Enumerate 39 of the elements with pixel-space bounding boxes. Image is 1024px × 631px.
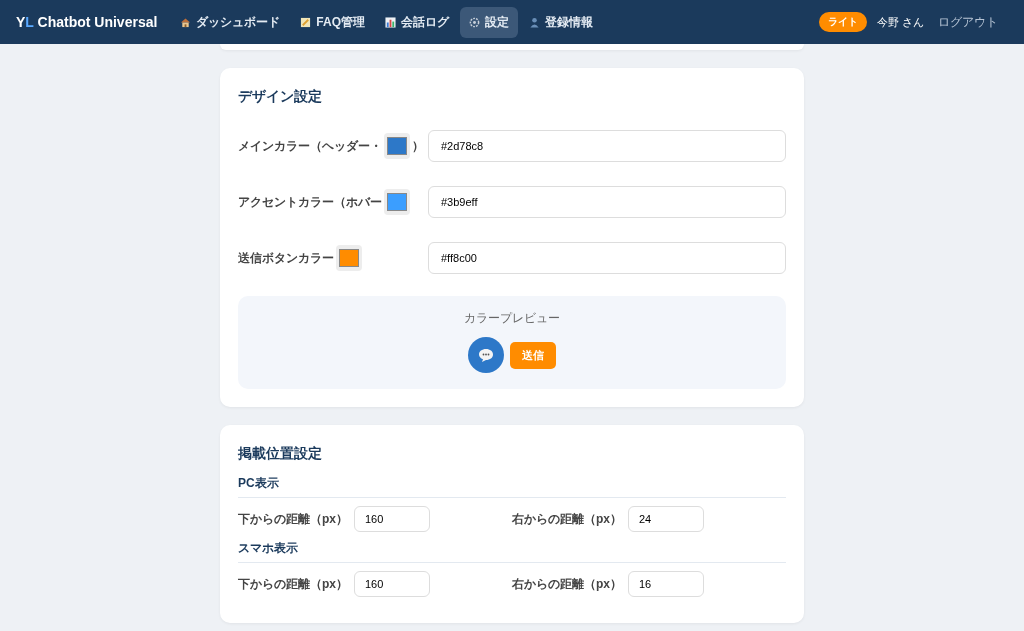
number-field[interactable]: 24 — [628, 506, 704, 532]
field-label: 送信ボタンカラー — [238, 249, 334, 267]
number-field[interactable]: 160 — [354, 506, 430, 532]
color-code-field[interactable]: #ff8c00 — [428, 242, 786, 274]
field-label: 下からの距離（px） — [238, 510, 349, 528]
nav-tab[interactable]: ダッシュボード — [171, 6, 290, 38]
nav-tab[interactable]: 会話ログ — [376, 6, 459, 38]
preview-title: カラープレビュー — [464, 310, 560, 327]
bar-chart-icon — [385, 16, 397, 28]
house-icon — [180, 16, 192, 28]
nav-tab[interactable]: 登録情報 — [520, 6, 603, 38]
subsection-title: PC表示 — [238, 475, 786, 498]
nav-tab[interactable]: 設定 — [460, 6, 519, 38]
color-code-field[interactable]: #3b9eff — [428, 186, 786, 218]
field-label: アクセントカラー（ホバー — [238, 193, 382, 211]
chat-launcher-button[interactable] — [468, 337, 504, 373]
speech-bubble-icon — [478, 347, 494, 363]
memo-icon — [300, 16, 312, 28]
user-name: 今野 さん — [876, 14, 924, 30]
number-field[interactable]: 160 — [354, 571, 430, 597]
field-label: 右からの距離（px） — [512, 510, 623, 528]
color-swatch[interactable] — [384, 189, 410, 215]
field-label: 下からの距離（px） — [238, 575, 349, 593]
color-swatch[interactable] — [384, 133, 410, 159]
number-field[interactable]: 16 — [628, 571, 704, 597]
subsection-title: スマホ表示 — [238, 540, 786, 563]
field-label: ） — [412, 137, 424, 155]
color-code-field[interactable]: #2d78c8 — [428, 130, 786, 162]
color-swatch[interactable] — [336, 245, 362, 271]
nav-tab[interactable]: FAQ管理 — [291, 6, 375, 38]
brand-logo[interactable]: YL Chatbot Universal — [16, 14, 158, 30]
field-label: メインカラー（ヘッダー・ — [238, 137, 382, 155]
field-label: 右からの距離（px） — [512, 575, 623, 593]
logout-link[interactable]: ログアウト — [934, 13, 1008, 31]
section-title: デザイン設定 — [238, 88, 323, 106]
section-title: 掲載位置設定 — [238, 445, 323, 463]
gear-icon — [469, 16, 481, 28]
person-icon — [529, 16, 541, 28]
plan-badge: ライト — [818, 12, 867, 32]
